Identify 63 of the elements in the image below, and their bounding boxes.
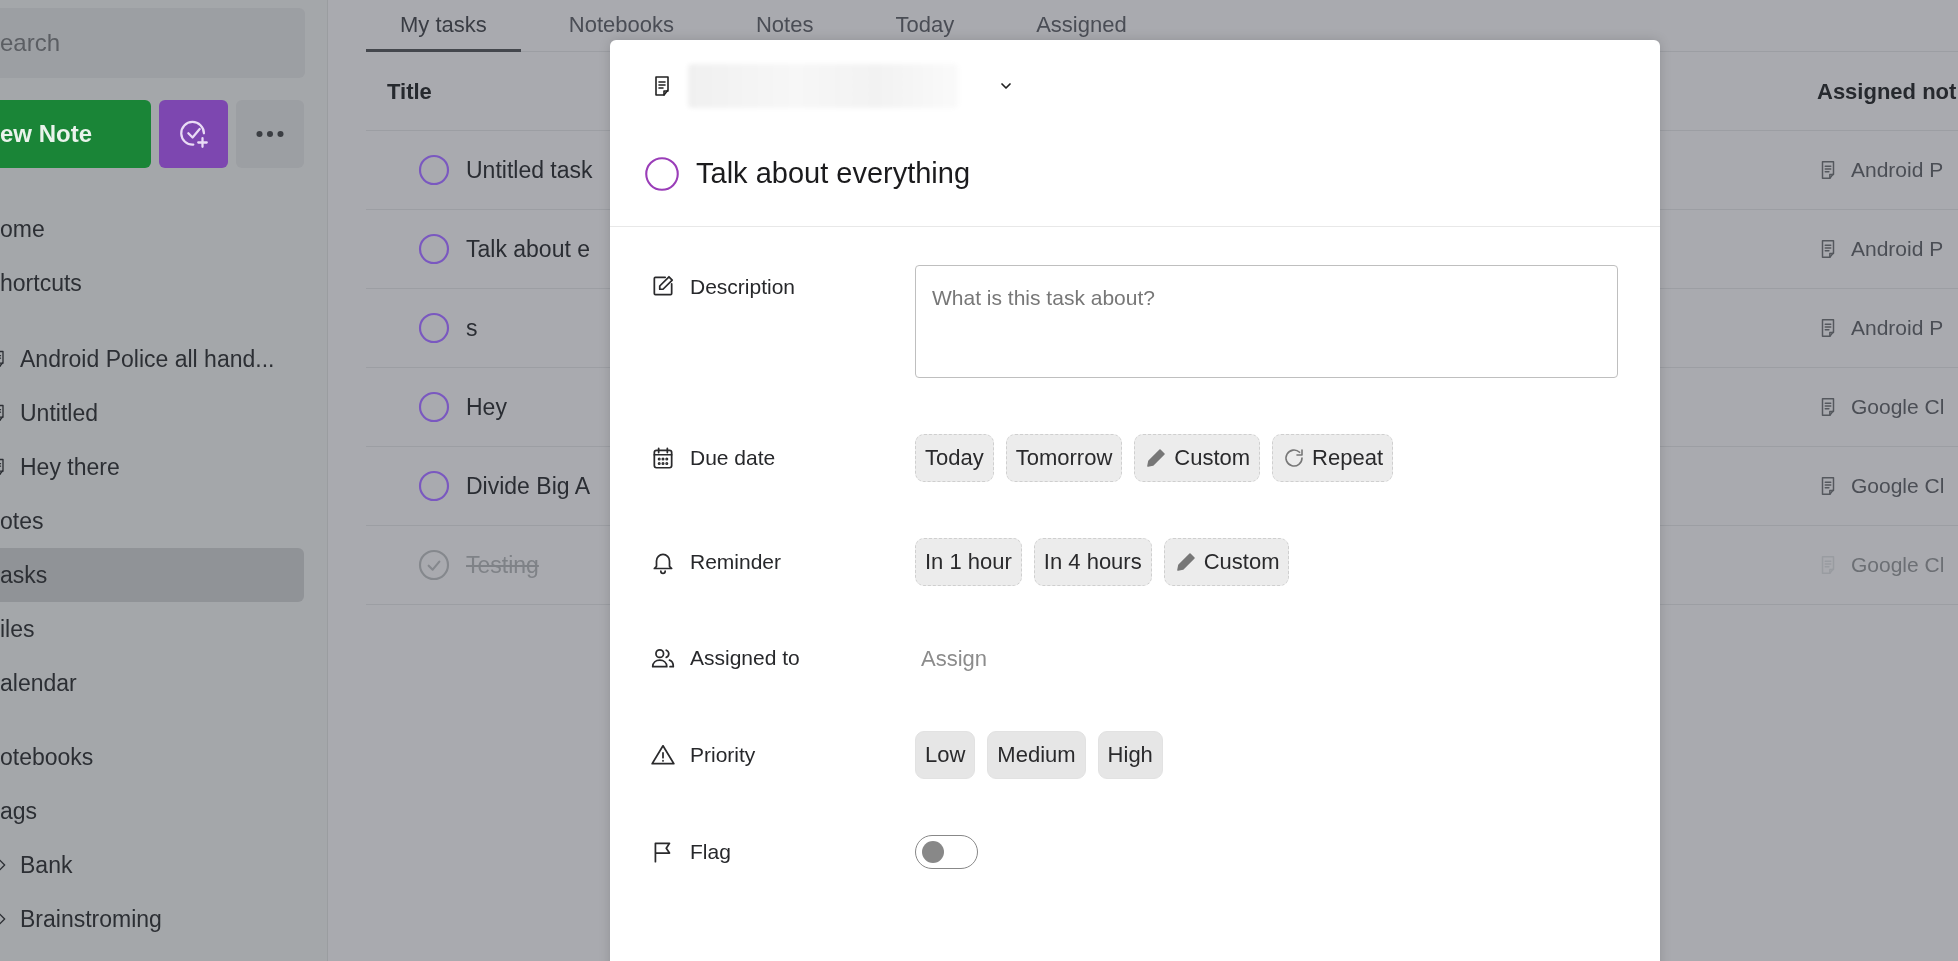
sidebar-item[interactable]: otebooks <box>0 730 304 784</box>
toggle-switch[interactable] <box>915 834 978 869</box>
circle-checkbox-icon[interactable] <box>418 312 450 344</box>
task-title[interactable]: Divide Big A <box>466 468 590 504</box>
note-link[interactable]: Google Cl <box>1851 470 1945 502</box>
sidebar-item[interactable]: asks <box>0 548 304 602</box>
more-icon <box>256 129 285 139</box>
field-label: Assigned to <box>690 645 800 672</box>
sidebar-item[interactable]: hortcuts <box>0 256 304 310</box>
sidebar-item[interactable]: alendar <box>0 656 304 710</box>
new-task-button[interactable] <box>158 100 229 168</box>
new-note-button[interactable]: ew Note <box>0 100 151 168</box>
sidebar-item[interactable]: Untitled <box>0 386 304 440</box>
priority-option[interactable]: Medium <box>987 730 1086 779</box>
sidebar-item[interactable]: Hey there <box>0 440 304 494</box>
option-chip[interactable]: Today <box>915 433 994 482</box>
task-title: Talk about everything <box>696 156 971 191</box>
option-chip[interactable]: In 4 hours <box>1033 537 1152 586</box>
option-chip[interactable]: Custom <box>1134 433 1261 482</box>
field-label: Flag <box>690 838 731 865</box>
checked-circle-icon[interactable] <box>418 549 450 581</box>
tab[interactable]: Today <box>861 0 989 52</box>
option-chip[interactable]: In 1 hour <box>915 537 1022 586</box>
field-label: Priority <box>690 741 756 768</box>
field-label: Description <box>690 273 796 300</box>
sidebar-item[interactable]: Brainstroming <box>0 892 304 946</box>
tab[interactable]: Notes <box>722 0 848 52</box>
field-label: Due date <box>690 444 776 471</box>
circle-checkbox-icon[interactable] <box>418 470 450 502</box>
field-label: Reminder <box>690 548 782 575</box>
note-link[interactable]: Google Cl <box>1851 391 1945 423</box>
option-chip[interactable]: Tomorrow <box>1005 433 1123 482</box>
circle-checkbox-icon[interactable] <box>418 391 450 423</box>
option-chip[interactable]: Custom <box>1163 537 1290 586</box>
tab[interactable]: Assigned <box>1002 0 1161 52</box>
task-title[interactable]: Talk about e <box>466 231 591 267</box>
sidebar-item[interactable]: ags <box>0 784 304 838</box>
option-chip[interactable]: Repeat <box>1272 433 1394 482</box>
circle-checkbox-icon[interactable] <box>418 233 450 265</box>
tab[interactable]: Notebooks <box>534 0 708 52</box>
circle-checkbox-icon[interactable] <box>644 155 680 192</box>
sidebar-item[interactable]: Android Police all hand... <box>0 332 304 386</box>
sidebar-item[interactable]: Bank <box>0 838 304 892</box>
assign-field[interactable]: Assign <box>915 641 994 675</box>
description-field[interactable]: What is this task about? <box>915 264 1618 378</box>
tab[interactable]: My tasks <box>366 0 521 52</box>
priority-option[interactable]: Low <box>915 730 976 779</box>
task-title[interactable]: Untitled task <box>466 152 593 188</box>
task-title[interactable]: Hey <box>466 389 507 425</box>
note-link[interactable]: Android P <box>1851 154 1944 186</box>
calendar-icon <box>650 444 676 471</box>
sidebar-item[interactable]: ome <box>0 202 304 256</box>
priority-option[interactable]: High <box>1097 730 1163 779</box>
note-link[interactable]: Android P <box>1851 233 1944 265</box>
more-button[interactable] <box>236 100 304 168</box>
column-header: Assigned not <box>1817 77 1957 106</box>
search-field[interactable]: earch <box>0 8 305 78</box>
circle-checkbox-icon[interactable] <box>418 154 450 186</box>
sidebar-item[interactable]: otes <box>0 494 304 548</box>
sidebar-item[interactable]: iles <box>0 602 304 656</box>
note-link[interactable]: Android P <box>1851 312 1944 344</box>
task-title[interactable]: s <box>466 310 478 346</box>
column-header: Title <box>387 78 432 104</box>
